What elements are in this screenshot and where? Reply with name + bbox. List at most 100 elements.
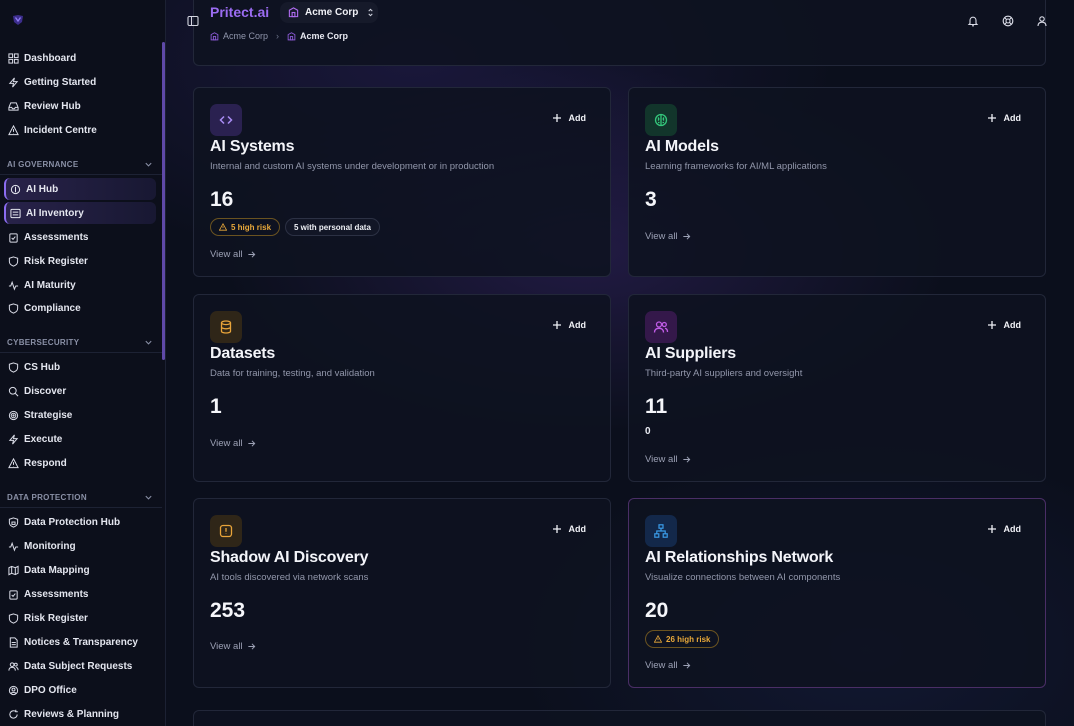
sidebar-item-risk-register[interactable]: Risk Register	[4, 250, 156, 272]
sidebar-item-notices-transparency[interactable]: Notices & Transparency	[4, 631, 156, 653]
sidebar-item-label: AI Inventory	[26, 207, 84, 219]
shield-icon	[8, 255, 19, 267]
chevron-down-icon	[145, 495, 152, 500]
add-ai-model-button[interactable]: Add	[987, 113, 1022, 123]
card-count: 1	[210, 395, 222, 418]
sidebar-item-compliance[interactable]: Compliance	[4, 297, 156, 319]
card-icon-box	[645, 311, 677, 343]
card-count: 11	[645, 395, 668, 418]
sidebar-toggle-icon[interactable]	[187, 15, 199, 27]
view-all-link[interactable]: View all	[210, 641, 256, 652]
sidebar-item-label: DPO Office	[24, 684, 77, 696]
sidebar-item-execute[interactable]: Execute	[4, 428, 156, 450]
sidebar-item-monitoring[interactable]: Monitoring	[4, 535, 156, 557]
card-ai-relationships-network[interactable]: Add AI Relationships Network Visualize c…	[628, 498, 1046, 688]
search-icon	[8, 386, 19, 396]
card-shadow-ai-discovery[interactable]: Add Shadow AI Discovery AI tools discove…	[193, 498, 611, 688]
file-icon	[9, 636, 18, 648]
card-title: AI Models	[645, 138, 719, 155]
card-datasets[interactable]: Add Datasets Data for training, testing,…	[193, 294, 611, 482]
user-icon[interactable]	[1036, 15, 1048, 27]
add-ai-system-button[interactable]: Add	[552, 113, 587, 123]
plus-icon	[552, 321, 561, 329]
add-label: Add	[1003, 113, 1022, 123]
sidebar-item-dpo-office[interactable]: DPO Office	[4, 679, 156, 701]
sidebar-item-label: Risk Register	[24, 612, 88, 624]
sidebar-item-label: Strategise	[24, 409, 73, 421]
target-icon	[8, 410, 19, 420]
add-supplier-button[interactable]: Add	[987, 320, 1021, 330]
refresh-icon	[9, 709, 18, 719]
view-all-link[interactable]: View all	[645, 231, 691, 242]
view-all-label: View all	[645, 231, 678, 242]
sidebar-item-dashboard[interactable]: Dashboard	[4, 47, 156, 69]
arrow-right-icon	[682, 233, 690, 240]
sidebar-item-label: Notices & Transparency	[24, 636, 138, 648]
arrow-right-icon	[247, 251, 255, 258]
sidebar-item-data-protection-hub[interactable]: Data Protection Hub	[4, 511, 156, 533]
sidebar-item-label: Risk Register	[24, 255, 88, 267]
high-risk-badge[interactable]: 26 high risk	[645, 630, 720, 648]
sidebar-item-reviews-planning[interactable]: Reviews & Planning	[4, 703, 156, 725]
card-count: 20	[645, 599, 669, 622]
sidebar-item-discover[interactable]: Discover	[4, 380, 156, 402]
view-all-label: View all	[210, 249, 243, 260]
sidebar-item-dp-assessments[interactable]: Assessments	[4, 583, 156, 605]
sidebar-item-data-mapping[interactable]: Data Mapping	[4, 559, 156, 581]
sidebar-item-respond[interactable]: Respond	[4, 452, 156, 474]
plus-icon	[987, 321, 996, 329]
chevron-down-icon	[145, 340, 152, 345]
logo-icon[interactable]	[12, 14, 24, 26]
sidebar-item-cs-hub[interactable]: CS Hub	[4, 356, 156, 378]
brand-name[interactable]: Pritect.ai	[210, 4, 269, 20]
view-all-link[interactable]: View all	[645, 660, 691, 671]
sidebar-item-assessments[interactable]: Assessments	[4, 226, 156, 248]
sidebar-item-label: Reviews & Planning	[24, 708, 120, 720]
card-ai-suppliers[interactable]: Add AI Suppliers Third-party AI supplier…	[628, 294, 1046, 482]
lifebuoy-icon[interactable]	[1002, 15, 1014, 27]
add-relationship-button[interactable]: Add	[987, 524, 1021, 534]
card-title: AI Systems	[210, 138, 295, 155]
view-all-label: View all	[645, 454, 678, 465]
card-ai-models[interactable]: Add AI Models Learning frameworks for AI…	[628, 87, 1046, 277]
clipboard-check-icon	[9, 589, 18, 600]
breadcrumb-current: Acme Corp	[300, 31, 349, 41]
card-description: Visualize connections between AI compone…	[645, 572, 841, 583]
sidebar-item-data-subject-requests[interactable]: Data Subject Requests	[4, 655, 156, 677]
inbox-icon	[8, 101, 19, 111]
sidebar-item-label: CS Hub	[24, 361, 61, 373]
sidebar-item-ai-hub[interactable]: AI Hub	[4, 178, 156, 200]
view-all-link[interactable]: View all	[210, 438, 256, 449]
sidebar-item-dp-risk-register[interactable]: Risk Register	[4, 607, 156, 629]
sidebar-item-incident-centre[interactable]: Incident Centre	[4, 119, 156, 141]
divider	[0, 507, 162, 508]
view-all-link[interactable]: View all	[210, 249, 256, 260]
section-header-ai-governance[interactable]: AI GOVERNANCE	[7, 156, 153, 172]
org-selector[interactable]: Acme Corp	[280, 2, 378, 23]
breadcrumb-item[interactable]: Acme Corp	[223, 31, 268, 41]
sidebar-item-review-hub[interactable]: Review Hub	[4, 95, 156, 117]
sidebar-scrollbar[interactable]	[162, 42, 165, 360]
card-ai-systems[interactable]: Add AI Systems Internal and custom AI sy…	[193, 87, 611, 277]
view-all-link[interactable]: View all	[645, 454, 691, 465]
personal-data-badge[interactable]: 5 with personal data	[285, 218, 380, 236]
bell-icon[interactable]	[967, 15, 979, 27]
sidebar-item-strategise[interactable]: Strategise	[4, 404, 156, 426]
add-shadow-ai-button[interactable]: Add	[552, 524, 586, 534]
warning-icon	[8, 457, 19, 468]
plus-icon	[987, 114, 996, 122]
sidebar-item-getting-started[interactable]: Getting Started	[4, 71, 156, 93]
building-icon	[288, 7, 299, 18]
code-icon	[219, 115, 233, 125]
shield-icon	[8, 612, 19, 624]
sidebar-item-ai-maturity[interactable]: AI Maturity	[4, 274, 156, 296]
plus-icon	[552, 114, 561, 122]
add-label: Add	[568, 113, 587, 123]
high-risk-badge[interactable]: 5 high risk	[210, 218, 281, 236]
sidebar-item-label: Getting Started	[24, 76, 97, 88]
section-header-data-protection[interactable]: DATA PROTECTION	[7, 489, 153, 505]
sidebar-item-ai-inventory[interactable]: AI Inventory	[4, 202, 156, 224]
section-header-cybersecurity[interactable]: CYBERSECURITY	[7, 334, 153, 350]
add-dataset-button[interactable]: Add	[552, 320, 586, 330]
hub-icon	[10, 184, 21, 194]
